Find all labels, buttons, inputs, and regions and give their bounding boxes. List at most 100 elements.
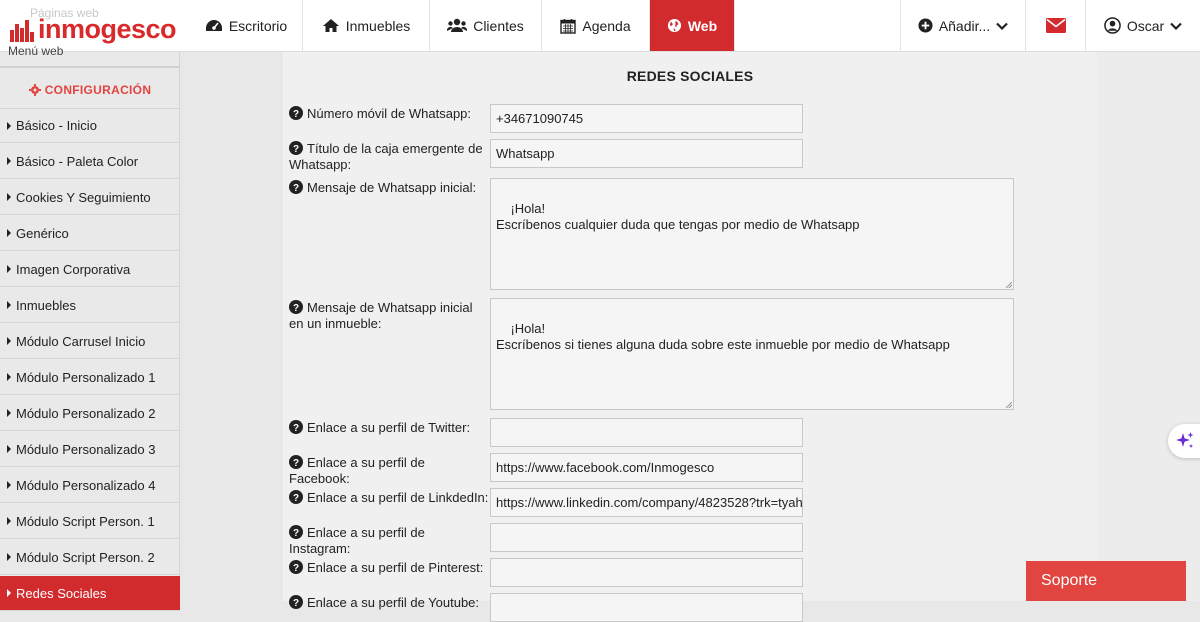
- tab-clientes[interactable]: Clientes: [430, 0, 542, 51]
- textarea-value: ¡Hola! Escríbenos cualquier duda que ten…: [496, 201, 860, 232]
- sidebar-item-carrusel[interactable]: Módulo Carrusel Inicio: [0, 324, 180, 359]
- tab-agenda[interactable]: Agenda: [542, 0, 650, 51]
- help-icon[interactable]: ?: [289, 595, 303, 609]
- caret-right-icon: [7, 589, 11, 597]
- field-label-text: Enlace a su perfil de Youtube:: [307, 595, 480, 610]
- help-icon[interactable]: ?: [289, 490, 303, 504]
- sidebar-menu-web-label[interactable]: Menú web: [8, 44, 63, 58]
- assistant-launcher[interactable]: [1168, 424, 1200, 458]
- help-icon[interactable]: ?: [289, 300, 303, 314]
- help-icon[interactable]: ?: [289, 525, 303, 539]
- tab-inmuebles[interactable]: Inmuebles: [303, 0, 430, 51]
- messages-button[interactable]: [1026, 0, 1086, 51]
- sidebar-item-inmuebles[interactable]: Inmuebles: [0, 288, 180, 323]
- help-icon[interactable]: ?: [289, 106, 303, 120]
- resize-handle[interactable]: [1006, 402, 1012, 408]
- sidebar-section-title: CONFIGURACIÓN: [0, 76, 180, 104]
- top-navbar: Páginas web inmogesco Escritorio Inmuebl…: [0, 0, 1200, 52]
- field-label-text: Enlace a su perfil de Twitter:: [307, 420, 471, 435]
- sidebar-item-personalizado-3[interactable]: Módulo Personalizado 3: [0, 432, 180, 467]
- field-label-text: Mensaje de Whatsapp inicial en un inmueb…: [289, 300, 473, 331]
- svg-text:?: ?: [293, 528, 299, 539]
- right-gutter: [1097, 52, 1200, 601]
- sidebar-item-label: Módulo Personalizado 1: [16, 369, 156, 385]
- field-label-text: Mensaje de Whatsapp inicial:: [307, 180, 477, 195]
- caret-right-icon: [7, 337, 11, 345]
- whatsapp-number-input[interactable]: +34671090745: [490, 104, 803, 133]
- support-button[interactable]: Soporte: [1026, 561, 1186, 601]
- tab-escritorio[interactable]: Escritorio: [190, 0, 303, 51]
- sidebar-item-label: Cookies Y Seguimiento: [16, 189, 151, 205]
- caret-right-icon: [7, 121, 11, 130]
- help-icon[interactable]: ?: [289, 141, 303, 155]
- svg-text:?: ?: [293, 493, 299, 504]
- whatsapp-message-label: ? Mensaje de Whatsapp inicial:: [289, 180, 489, 196]
- users-icon: [447, 18, 468, 32]
- svg-text:?: ?: [293, 144, 299, 155]
- instagram-input[interactable]: [490, 523, 803, 552]
- tab-escritorio-label: Escritorio: [228, 17, 288, 34]
- logo[interactable]: Páginas web inmogesco: [8, 6, 178, 46]
- youtube-label: ? Enlace a su perfil de Youtube:: [289, 595, 489, 611]
- sidebar-item-cookies[interactable]: Cookies Y Seguimiento: [0, 180, 180, 215]
- whatsapp-title-input[interactable]: Whatsapp: [490, 139, 803, 168]
- sidebar-divider: [0, 66, 180, 68]
- sidebar-item-imagen-corporativa[interactable]: Imagen Corporativa: [0, 252, 180, 287]
- svg-text:?: ?: [293, 109, 299, 120]
- caret-right-icon: [7, 445, 11, 453]
- help-icon[interactable]: ?: [289, 180, 303, 194]
- settings-panel: REDES SOCIALES ? Número móvil de Whatsapp…: [283, 52, 1097, 622]
- help-icon[interactable]: ?: [289, 560, 303, 574]
- chevron-down-icon: [996, 22, 1008, 30]
- sidebar-item-personalizado-4[interactable]: Módulo Personalizado 4: [0, 468, 180, 503]
- sidebar-item-script-1[interactable]: Módulo Script Person. 1: [0, 504, 180, 539]
- sidebar-item-personalizado-2[interactable]: Módulo Personalizado 2: [0, 396, 180, 431]
- user-menu-button[interactable]: Oscar: [1086, 0, 1200, 51]
- user-name-label: Oscar: [1126, 17, 1165, 34]
- whatsapp-property-message-textarea[interactable]: ¡Hola! Escríbenos si tienes alguna duda …: [490, 298, 1014, 410]
- pinterest-input[interactable]: [490, 558, 803, 587]
- sidebar-item-label: Módulo Script Person. 2: [16, 549, 155, 565]
- youtube-input[interactable]: [490, 593, 803, 622]
- sidebar-item-redes-sociales[interactable]: Redes Sociales: [0, 576, 180, 611]
- field-label-text: Enlace a su perfil de LinkdedIn:: [307, 490, 489, 505]
- svg-text:?: ?: [293, 423, 299, 434]
- whatsapp-message-textarea[interactable]: ¡Hola! Escríbenos cualquier duda que ten…: [490, 178, 1014, 290]
- caret-right-icon: [7, 409, 11, 417]
- page-title: REDES SOCIALES: [626, 68, 754, 84]
- field-label-text: Título de la caja emergente de Whatsapp:: [289, 141, 483, 172]
- sidebar-item-label: Módulo Carrusel Inicio: [16, 333, 146, 349]
- pinterest-label: ? Enlace a su perfil de Pinterest:: [289, 560, 489, 576]
- sidebar-item-basico-paleta[interactable]: Básico - Paleta Color: [0, 144, 180, 179]
- svg-text:?: ?: [293, 458, 299, 469]
- user-circle-icon: [1104, 17, 1121, 34]
- sidebar-item-generico[interactable]: Genérico: [0, 216, 180, 251]
- sidebar-item-personalizado-1[interactable]: Módulo Personalizado 1: [0, 360, 180, 395]
- whatsapp-property-message-label: ? Mensaje de Whatsapp inicial en un inmue…: [289, 300, 489, 332]
- calendar-icon: [560, 18, 577, 34]
- caret-right-icon: [7, 193, 11, 201]
- sidebar-item-script-2[interactable]: Módulo Script Person. 2: [0, 540, 180, 575]
- plus-circle-icon: [918, 18, 933, 33]
- svg-text:?: ?: [293, 563, 299, 574]
- sidebar-item-label: Redes Sociales: [16, 585, 107, 601]
- linkedin-input[interactable]: https://www.linkedin.com/company/4823528…: [490, 488, 803, 517]
- facebook-input[interactable]: https://www.facebook.com/Inmogesco: [490, 453, 803, 482]
- tab-inmuebles-label: Inmuebles: [345, 17, 411, 34]
- sidebar-item-basico-inicio[interactable]: Básico - Inicio: [0, 108, 180, 143]
- sidebar-item-label: Módulo Personalizado 3: [16, 441, 156, 457]
- resize-handle[interactable]: [1006, 282, 1012, 288]
- sidebar: Menú web CONFIGURACIÓN Básico - Inicio B…: [0, 44, 180, 611]
- sidebar-item-label: Imagen Corporativa: [16, 261, 131, 277]
- tab-web[interactable]: Web: [650, 0, 735, 51]
- sidebar-item-label: Módulo Script Person. 1: [16, 513, 155, 529]
- logo-text: inmogesco: [38, 14, 177, 44]
- add-menu-label: Añadir...: [938, 17, 991, 34]
- help-icon[interactable]: ?: [289, 420, 303, 434]
- envelope-icon: [1045, 18, 1066, 33]
- add-menu-button[interactable]: Añadir...: [900, 0, 1026, 51]
- home-icon: [322, 19, 339, 32]
- help-icon[interactable]: ?: [289, 455, 303, 469]
- twitter-input[interactable]: [490, 418, 803, 447]
- sparkle-icon: [1176, 432, 1194, 448]
